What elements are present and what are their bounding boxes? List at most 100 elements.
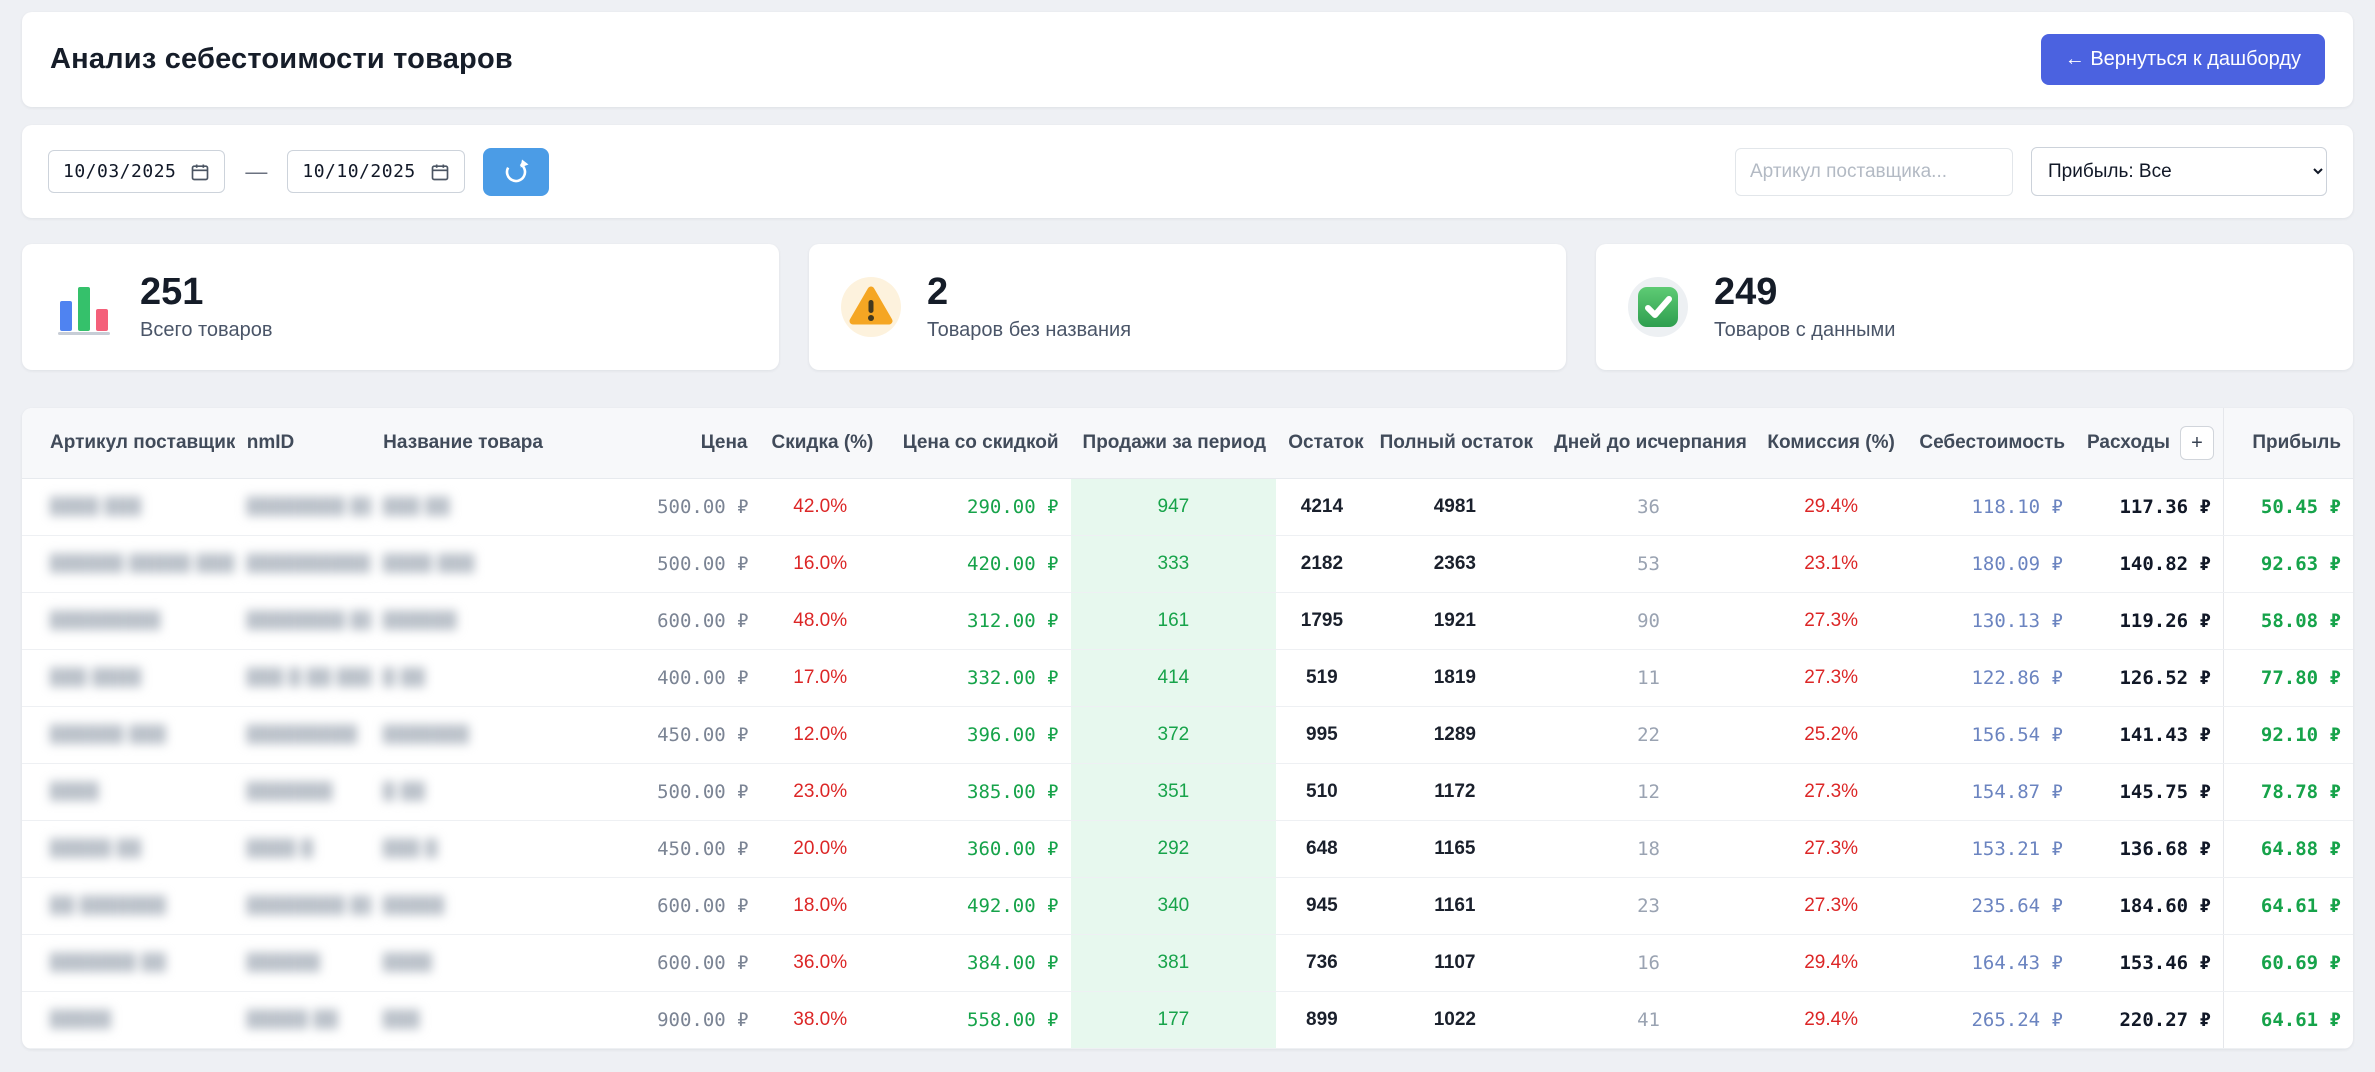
product-name-cell: ███ █ [371,820,646,878]
product-name-cell: █ ██ [371,763,646,821]
sales-period-cell: 333 [1070,535,1277,593]
check-square-icon [1628,276,1688,337]
back-to-dashboard-button[interactable]: ← Вернуться к дашборду [2040,34,2325,85]
price-cell: 450.00 ₽ [645,706,760,764]
supplier-article-cell: ████ [22,763,235,821]
days-to-depletion-cell: 53 [1542,535,1755,593]
price-cell: 600.00 ₽ [645,877,760,935]
date-range-separator: — [245,158,268,184]
col-header-supplier-article: Артикул поставщика [22,407,235,479]
price-cell: 500.00 ₽ [645,763,760,821]
table-row: ██████ ███ █████████ ███████ 450.00 ₽12.0% 3… [22,706,2353,764]
products-table: Артикул поставщика nmID Название товара … [22,407,2353,1049]
stat-value-with-data: 249 [1714,271,1778,313]
cost-cell: 130.13 ₽ [1907,592,2075,650]
profit-cell: 64.61 ₽ [2222,877,2353,935]
product-name-cell: ███ ██ [371,478,646,536]
date-from-input[interactable]: 10/03/2025 [48,150,226,193]
add-expense-column-button[interactable]: + [2180,425,2214,460]
col-header-price: Цена [645,407,760,479]
commission-cell: 27.3% [1754,877,1908,935]
profit-filter-select[interactable]: Прибыль: Все [2031,147,2327,196]
product-name-cell: █ ██ [371,649,646,707]
stat-text: 249 Товаров с данными [1714,271,1895,342]
commission-cell: 27.3% [1754,592,1908,650]
table-row: ██ ███████████████ ████████600.00 ₽18.0%… [22,877,2353,935]
profit-cell: 92.10 ₽ [2222,706,2353,764]
date-to-input[interactable]: 10/10/2025 [287,150,465,193]
profit-cell: 58.08 ₽ [2222,592,2353,650]
discount-price-cell: 360.00 ₽ [880,820,1071,878]
price-cell: 600.00 ₽ [645,592,760,650]
days-to-depletion-cell: 41 [1542,991,1755,1049]
product-name-cell: ████ ███ [371,535,646,593]
nmid-cell: ███████ [234,763,372,821]
col-header-full-stock: Полный остаток [1367,407,1543,479]
sales-period-cell: 372 [1070,706,1277,764]
supplier-article-cell: █████ [22,991,235,1049]
stat-text: 2 Товаров без названия [927,271,1132,342]
table-row: █████ ██ ████ █ ███ █ 450.00 ₽20.0% 360.00 ₽… [22,820,2353,878]
warning-triangle-icon [841,276,901,337]
cost-cell: 153.21 ₽ [1907,820,2075,878]
product-name-cell: ███ [371,991,646,1049]
price-cell: 500.00 ₽ [645,478,760,536]
cost-cell: 235.64 ₽ [1907,877,2075,935]
cost-cell: 156.54 ₽ [1907,706,2075,764]
col-header-days-to-depletion: Дней до исчерпания [1542,407,1755,479]
col-header-cost: Себестоимость [1907,407,2075,479]
bar-chart-icon [58,286,110,335]
nmid-cell: ████████ ██ [234,592,372,650]
price-cell: 400.00 ₽ [645,649,760,707]
discount-price-cell: 396.00 ₽ [880,706,1071,764]
full-stock-cell: 2363 [1367,535,1543,593]
full-stock-cell: 1165 [1367,820,1543,878]
sales-period-cell: 947 [1070,478,1277,536]
days-to-depletion-cell: 12 [1542,763,1755,821]
discount-price-cell: 290.00 ₽ [880,478,1071,536]
expenses-cell: 145.75 ₽ [2074,763,2224,821]
stat-card-total-products: 251 Всего товаров [22,244,779,370]
commission-cell: 27.3% [1754,820,1908,878]
stock-cell: 1795 [1276,592,1368,650]
sales-period-cell: 381 [1070,934,1277,992]
expenses-cell: 136.68 ₽ [2074,820,2224,878]
full-stock-cell: 1819 [1367,649,1543,707]
supplier-article-cell: █████ ██ [22,820,235,878]
expenses-cell: 220.27 ₽ [2074,991,2224,1049]
table-row: █████████ ████████ ██ ██████ 600.00 ₽48.0% 3… [22,592,2353,650]
refresh-button[interactable] [482,147,549,196]
days-to-depletion-cell: 36 [1542,478,1755,536]
full-stock-cell: 1172 [1367,763,1543,821]
commission-cell: 29.4% [1754,478,1908,536]
table-row: ████ ███ ████████ ██ ███ ██ 500.00 ₽42.0% 29… [22,478,2353,536]
col-header-discount: Скидка (%) [759,407,881,479]
col-header-expenses-label: Расходы [2086,431,2170,453]
page-header: Анализ себестоимости товаров ← Вернуться… [22,12,2353,107]
products-table-card: Артикул поставщика nmID Название товара … [22,407,2353,1049]
sales-period-cell: 340 [1070,877,1277,935]
supplier-article-cell: ██████ █████ ████ [22,535,235,593]
discount-price-cell: 384.00 ₽ [880,934,1071,992]
nmid-cell: ████ █ [234,820,372,878]
table-row: █████ █████ ██ ███ 900.00 ₽38.0% 558.00 ₽177… [22,991,2353,1049]
expenses-cell: 126.52 ₽ [2074,649,2224,707]
discount-cell: 18.0% [759,877,881,935]
profit-cell: 92.63 ₽ [2222,535,2353,593]
stock-cell: 4214 [1276,478,1368,536]
page: Анализ себестоимости товаров ← Вернуться… [0,0,2375,1061]
stock-cell: 648 [1276,820,1368,878]
days-to-depletion-cell: 16 [1542,934,1755,992]
col-header-stock: Остаток [1276,407,1368,479]
stat-label-unnamed: Товаров без названия [927,318,1132,341]
price-cell: 600.00 ₽ [645,934,760,992]
days-to-depletion-cell: 90 [1542,592,1755,650]
profit-cell: 50.45 ₽ [2222,478,2353,536]
full-stock-cell: 1022 [1367,991,1543,1049]
cost-cell: 265.24 ₽ [1907,991,2075,1049]
sales-period-cell: 161 [1070,592,1277,650]
supplier-article-search-input[interactable] [1735,147,2013,196]
nmid-cell: █████████ [234,706,372,764]
cost-cell: 154.87 ₽ [1907,763,2075,821]
sales-period-cell: 351 [1070,763,1277,821]
